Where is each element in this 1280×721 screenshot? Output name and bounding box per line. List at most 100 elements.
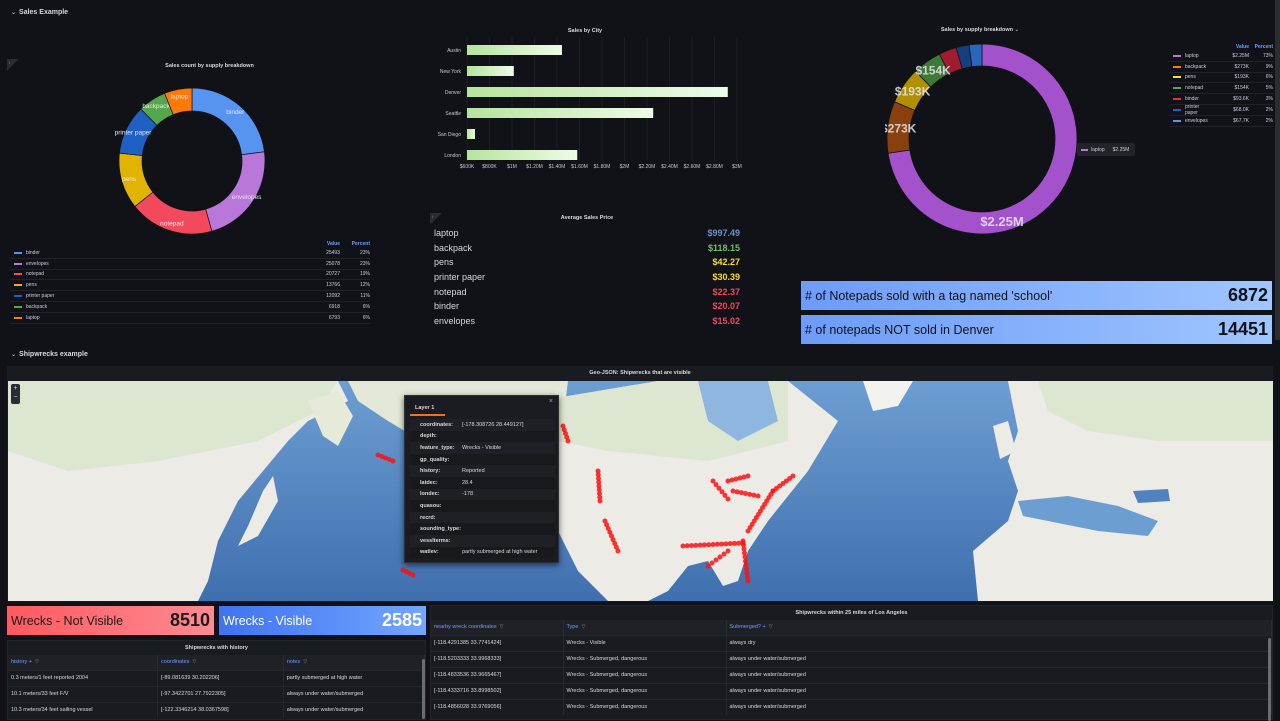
bar-austin[interactable] xyxy=(467,45,562,55)
bar-denver[interactable] xyxy=(467,87,728,97)
wreck-marker[interactable] xyxy=(725,496,731,502)
wreck-marker[interactable] xyxy=(723,541,729,547)
legend-item[interactable]: laptop 6793 6% xyxy=(10,313,370,324)
table-row[interactable]: [-118.4833536 33.9665467] Wrecks - Submer… xyxy=(431,666,1272,683)
wreck-marker[interactable] xyxy=(747,491,753,497)
table-row[interactable]: [-118.4856028 33.9769056] Wrecks - Submer… xyxy=(431,698,1272,715)
wreck-marker[interactable] xyxy=(725,548,731,554)
legend-item[interactable]: backpack 6918 6% xyxy=(10,302,370,313)
wreck-marker[interactable] xyxy=(745,473,751,479)
filter-icon[interactable]: ▽ xyxy=(581,624,585,630)
wreck-marker[interactable] xyxy=(701,542,707,548)
legend-item[interactable]: envelopes $67.7K 2% xyxy=(1169,116,1273,127)
wreck-marker[interactable] xyxy=(710,542,716,547)
table-row[interactable]: [-118.4333716 33.8998502] Wrecks - Submer… xyxy=(431,682,1272,699)
wreck-marker[interactable] xyxy=(790,473,796,479)
zoom-out-button[interactable]: − xyxy=(11,393,20,402)
legend-item[interactable]: pens $193K 6% xyxy=(1169,73,1273,84)
wreck-marker[interactable] xyxy=(390,458,396,464)
slice-envelopes[interactable] xyxy=(205,151,266,232)
wreck-marker[interactable] xyxy=(751,492,757,498)
close-icon[interactable]: × xyxy=(549,398,553,405)
wreck-marker[interactable] xyxy=(721,551,727,557)
wreck-marker[interactable] xyxy=(736,540,742,546)
filter-icon[interactable]: ▽ xyxy=(35,659,39,665)
column-header[interactable]: coordinates ▽ xyxy=(157,655,284,670)
bar-seattle[interactable] xyxy=(467,108,654,118)
wreck-marker[interactable] xyxy=(410,572,416,578)
wreck-marker[interactable] xyxy=(684,543,690,549)
legend-item[interactable]: envelopes 25078 23% xyxy=(10,259,370,270)
info-icon[interactable]: i xyxy=(430,213,442,225)
legend-value: 6793 xyxy=(328,314,340,321)
legend-item[interactable]: pens 13766 12% xyxy=(10,280,370,292)
wreck-marker[interactable] xyxy=(713,557,719,563)
table-row[interactable]: 10.3 meters/34 feet sailing vessel [-122.… xyxy=(8,701,426,718)
wreck-marker[interactable] xyxy=(731,540,737,546)
wreck-marker[interactable] xyxy=(565,438,571,444)
slice-notepad[interactable] xyxy=(134,191,213,235)
panel-title-text: Sales by supply breakdown xyxy=(940,27,1013,33)
wreck-marker[interactable] xyxy=(745,578,751,584)
legend-item[interactable]: printer paper $68.0K 2% xyxy=(1169,104,1273,116)
wreck-marker[interactable] xyxy=(743,491,748,496)
legend-item[interactable]: binder 25493 23% xyxy=(10,248,370,259)
filter-icon[interactable]: ▽ xyxy=(303,659,307,665)
wreck-marker[interactable] xyxy=(689,543,695,549)
column-header[interactable]: notes ▽ xyxy=(283,655,426,670)
table-row[interactable]: 10.1 meters/33 feet F/V [-97.3422701 27.7… xyxy=(8,685,426,702)
legend-swatch xyxy=(14,262,22,265)
legend-header-percent[interactable]: Percent xyxy=(1249,44,1273,50)
wreck-marker[interactable] xyxy=(717,554,723,560)
table-scrollbar[interactable] xyxy=(422,659,425,719)
filter-icon[interactable]: ▽ xyxy=(769,624,773,630)
bar-new-york[interactable] xyxy=(467,66,514,76)
bar-san-diego[interactable] xyxy=(467,129,475,139)
legend-item[interactable]: laptop $2.25M 73% xyxy=(1169,51,1273,62)
wreck-marker[interactable] xyxy=(706,542,712,548)
wreck-marker[interactable] xyxy=(693,542,699,548)
scrollbar[interactable] xyxy=(1275,0,1280,340)
panel-title: Sales count by supply breakdown xyxy=(165,63,254,69)
popup-tab-layer1[interactable]: Layer 1 xyxy=(405,396,558,414)
wreck-marker[interactable] xyxy=(727,541,733,547)
wreck-marker[interactable] xyxy=(738,490,744,496)
wreck-marker[interactable] xyxy=(705,563,711,569)
legend-header-value[interactable]: Value xyxy=(300,241,340,247)
wreck-marker[interactable] xyxy=(730,488,736,494)
wreck-marker[interactable] xyxy=(714,541,720,547)
column-header[interactable]: Type ▽ xyxy=(563,620,727,635)
panel-title[interactable]: Sales by supply breakdown ⌄ xyxy=(800,27,1160,33)
wreck-marker[interactable] xyxy=(615,548,621,554)
map-view[interactable] xyxy=(8,381,1273,601)
wreck-marker[interactable] xyxy=(755,493,761,499)
x-tick-label: $2.40M xyxy=(661,164,678,170)
column-header[interactable]: history + ▽ xyxy=(8,655,159,670)
row-toggle-shipwrecks[interactable]: ⌄ Shipwrecks example xyxy=(11,351,88,358)
legend-header-percent[interactable]: Percent xyxy=(340,241,370,247)
row-toggle-sales[interactable]: ⌄ Sales Example xyxy=(11,9,68,16)
column-header[interactable]: nearby wreck coordinates ▽ xyxy=(431,620,564,635)
info-icon[interactable]: i xyxy=(7,59,19,71)
column-header[interactable]: Submerged? + ▽ xyxy=(726,620,1272,635)
table-scrollbar[interactable] xyxy=(1268,638,1271,721)
zoom-in-button[interactable]: + xyxy=(11,384,20,393)
legend-item[interactable]: backpack $273K 9% xyxy=(1169,62,1273,73)
legend-item[interactable]: notepad $154K 5% xyxy=(1169,83,1273,95)
table-row[interactable]: [-118.5203333 33.9968333] Wrecks - Submer… xyxy=(431,650,1272,667)
wreck-marker[interactable] xyxy=(719,541,725,547)
legend-item[interactable]: printer paper 12092 11% xyxy=(10,291,370,302)
wreck-marker[interactable] xyxy=(680,543,686,549)
filter-icon[interactable]: ▽ xyxy=(500,624,504,630)
wreck-marker[interactable] xyxy=(709,560,715,566)
wreck-marker[interactable] xyxy=(597,498,603,504)
slice-binder[interactable] xyxy=(191,87,265,156)
bar-london[interactable] xyxy=(467,150,578,160)
wreck-marker[interactable] xyxy=(734,489,740,495)
table-row[interactable]: 0.3 meters/1 feet reported 2004 [-89.0816… xyxy=(8,669,426,686)
table-row[interactable]: [-118.4291385 33.7741424] Wrecks - Visibl… xyxy=(431,634,1272,651)
legend-header-value[interactable]: Value xyxy=(1209,44,1249,50)
filter-icon[interactable]: ▽ xyxy=(192,659,196,665)
legend-item[interactable]: notepad 20727 19% xyxy=(10,270,370,281)
wreck-marker[interactable] xyxy=(697,542,703,548)
